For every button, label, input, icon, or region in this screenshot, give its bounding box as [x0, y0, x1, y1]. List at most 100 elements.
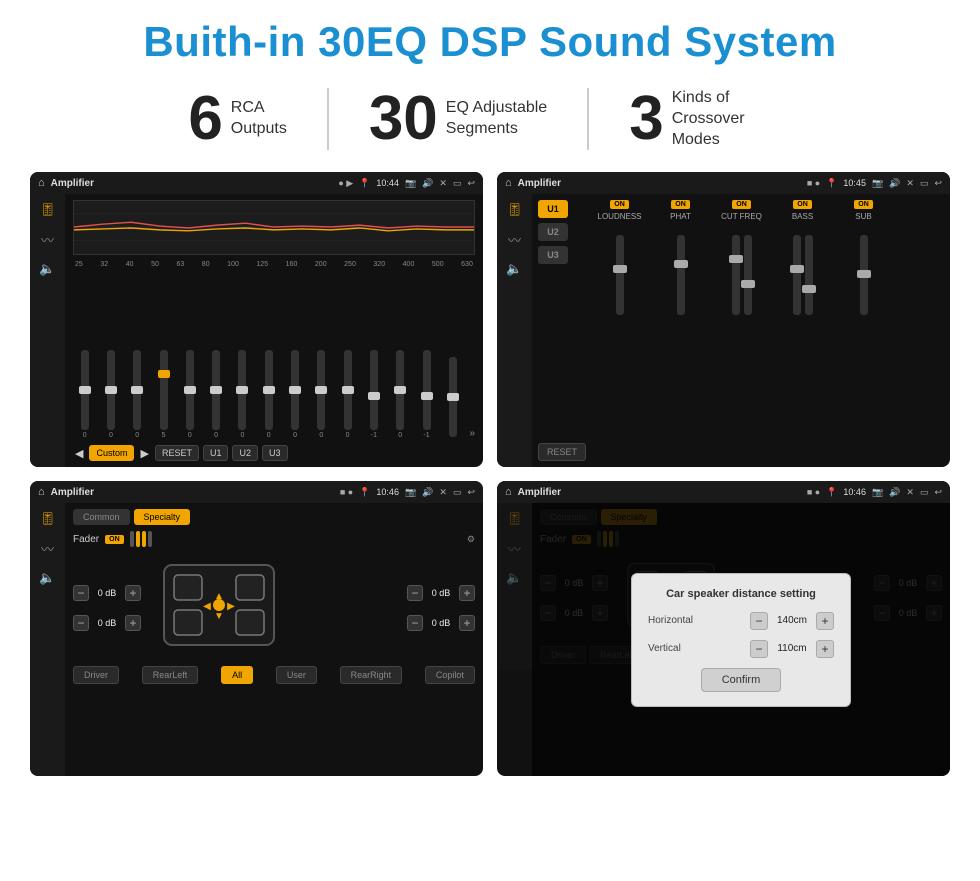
- vol-rl-plus[interactable]: +: [125, 615, 141, 631]
- bass-slider-f[interactable]: [793, 235, 801, 315]
- spk-bottom-btns: Driver RearLeft All User RearRight Copil…: [73, 666, 475, 684]
- screen-dialog: ⌂ Amplifier ■ ● 📍 10:46 📷 🔊 ✕ ▭ ↩ 🎚 〰 🔈: [497, 481, 950, 776]
- speaker-icon-1: 🔊: [422, 178, 433, 189]
- home-icon-2[interactable]: ⌂: [505, 177, 512, 189]
- eq-curve-svg: [74, 201, 474, 254]
- eq-graph: [73, 200, 475, 255]
- vol-rr-minus[interactable]: −: [407, 615, 423, 631]
- tab-specialty[interactable]: Specialty: [134, 509, 191, 525]
- amp-spk-icon[interactable]: 🔈: [506, 261, 522, 277]
- amp-channel-loudness: ON LOUDNESS: [592, 200, 647, 315]
- eq-u1-btn[interactable]: U1: [203, 445, 229, 461]
- sub-slider[interactable]: [860, 235, 868, 315]
- vol-rl-minus[interactable]: −: [73, 615, 89, 631]
- eq-more-icon[interactable]: »: [469, 428, 475, 439]
- spk-spk-icon[interactable]: 🔈: [39, 570, 55, 586]
- vol-fl-plus[interactable]: +: [125, 585, 141, 601]
- home-icon-4[interactable]: ⌂: [505, 486, 512, 498]
- btn-driver[interactable]: Driver: [73, 666, 119, 684]
- preset-u2-btn[interactable]: U2: [538, 223, 568, 241]
- dialog-horizontal-row: Horizontal − 140cm +: [648, 612, 834, 630]
- spk-left-col: 🎚 〰 🔈: [30, 503, 65, 776]
- loudness-slider[interactable]: [616, 235, 624, 315]
- camera-icon-3: 📷: [405, 487, 416, 498]
- car-diagram: ◀ ▶ ▲ ▼: [149, 555, 399, 660]
- back-icon-2[interactable]: ↩: [934, 178, 942, 189]
- preset-u3-btn[interactable]: U3: [538, 246, 568, 264]
- horizontal-stepper: − 140cm +: [750, 612, 834, 630]
- sidebar-equalizer-icon[interactable]: 🎚: [39, 202, 56, 218]
- eq-slider-11: -1: [362, 350, 385, 439]
- settings-icon[interactable]: ⚙: [467, 534, 475, 545]
- cutfreq-slider-f[interactable]: [744, 235, 752, 315]
- vol-fr-minus[interactable]: −: [407, 585, 423, 601]
- back-icon-1[interactable]: ↩: [467, 178, 475, 189]
- btn-copilot[interactable]: Copilot: [425, 666, 475, 684]
- amp-wave-icon[interactable]: 〰: [508, 230, 521, 249]
- vertical-stepper: − 110cm +: [750, 640, 834, 658]
- preset-u1-btn[interactable]: U1: [538, 200, 568, 218]
- close-icon-1[interactable]: ✕: [439, 178, 447, 189]
- eq-slider-7: 0: [257, 350, 280, 439]
- eq-u3-btn[interactable]: U3: [262, 445, 288, 461]
- eq-u2-btn[interactable]: U2: [232, 445, 258, 461]
- amp-channels-row: ON LOUDNESS ON: [592, 200, 944, 315]
- stat-number-rca: 6: [188, 88, 222, 150]
- close-icon-4[interactable]: ✕: [906, 487, 914, 498]
- vertical-plus-btn[interactable]: +: [816, 640, 834, 658]
- vol-rr-plus[interactable]: +: [459, 615, 475, 631]
- time-1: 10:44: [376, 178, 399, 188]
- btn-all[interactable]: All: [221, 666, 253, 684]
- vol-rr-value: 0 dB: [427, 618, 455, 628]
- location-icon-4: 📍: [826, 487, 837, 498]
- btn-rearright[interactable]: RearRight: [340, 666, 403, 684]
- eq-reset-btn[interactable]: RESET: [155, 445, 199, 461]
- location-icon-2: 📍: [826, 178, 837, 189]
- eq-next-btn[interactable]: ▶: [140, 447, 148, 460]
- vol-fr-plus[interactable]: +: [459, 585, 475, 601]
- horizontal-plus-btn[interactable]: +: [816, 612, 834, 630]
- amp-channel-cutfreq: ON CUT FREQ: [714, 200, 769, 315]
- svg-text:▶: ▶: [227, 601, 235, 612]
- eq-prev-btn[interactable]: ◀: [75, 447, 83, 460]
- vol-rl: − 0 dB +: [73, 615, 141, 631]
- back-icon-4[interactable]: ↩: [934, 487, 942, 498]
- close-icon-3[interactable]: ✕: [439, 487, 447, 498]
- horizontal-minus-btn[interactable]: −: [750, 612, 768, 630]
- phat-label: PHAT: [670, 212, 691, 221]
- btn-user[interactable]: User: [276, 666, 317, 684]
- confirm-button[interactable]: Confirm: [701, 668, 782, 692]
- btn-rearleft[interactable]: RearLeft: [142, 666, 199, 684]
- main-title: Buith-in 30EQ DSP Sound System: [30, 18, 950, 66]
- sidebar-speaker-icon[interactable]: 🔈: [39, 261, 55, 277]
- amp-sidebar: 🎚 〰 🔈: [497, 194, 532, 467]
- home-icon-1[interactable]: ⌂: [38, 177, 45, 189]
- svg-text:▼: ▼: [214, 611, 224, 622]
- spk-center: Common Specialty Fader ON ⚙: [65, 503, 483, 776]
- loudness-on: ON: [610, 200, 629, 209]
- cutfreq-slider-g[interactable]: [732, 235, 740, 315]
- spk-wave-icon[interactable]: 〰: [41, 539, 54, 558]
- camera-icon-1: 📷: [405, 178, 416, 189]
- vol-rl-value: 0 dB: [93, 618, 121, 628]
- amp-eq-icon[interactable]: 🎚: [506, 202, 523, 218]
- spk-eq-icon[interactable]: 🎚: [39, 511, 56, 527]
- sub-on: ON: [854, 200, 873, 209]
- phat-slider[interactable]: [677, 235, 685, 315]
- tab-common[interactable]: Common: [73, 509, 130, 525]
- amp-reset-btn[interactable]: RESET: [538, 443, 586, 461]
- bass-slider-g[interactable]: [805, 235, 813, 315]
- vertical-minus-btn[interactable]: −: [750, 640, 768, 658]
- topbar-title-4: Amplifier: [518, 487, 801, 498]
- vol-fl-minus[interactable]: −: [73, 585, 89, 601]
- back-icon-3[interactable]: ↩: [467, 487, 475, 498]
- close-icon-2[interactable]: ✕: [906, 178, 914, 189]
- home-icon-3[interactable]: ⌂: [38, 486, 45, 498]
- eq-slider-4: 0: [178, 350, 201, 439]
- topbar-1: ⌂ Amplifier ● ▶ 📍 10:44 📷 🔊 ✕ ▭ ↩: [30, 172, 483, 194]
- eq-custom-btn[interactable]: Custom: [89, 445, 134, 461]
- sidebar-wave-icon[interactable]: 〰: [41, 230, 54, 249]
- bass-label: BASS: [792, 212, 813, 221]
- svg-text:▲: ▲: [214, 591, 224, 602]
- stat-number-crossover: 3: [629, 88, 663, 150]
